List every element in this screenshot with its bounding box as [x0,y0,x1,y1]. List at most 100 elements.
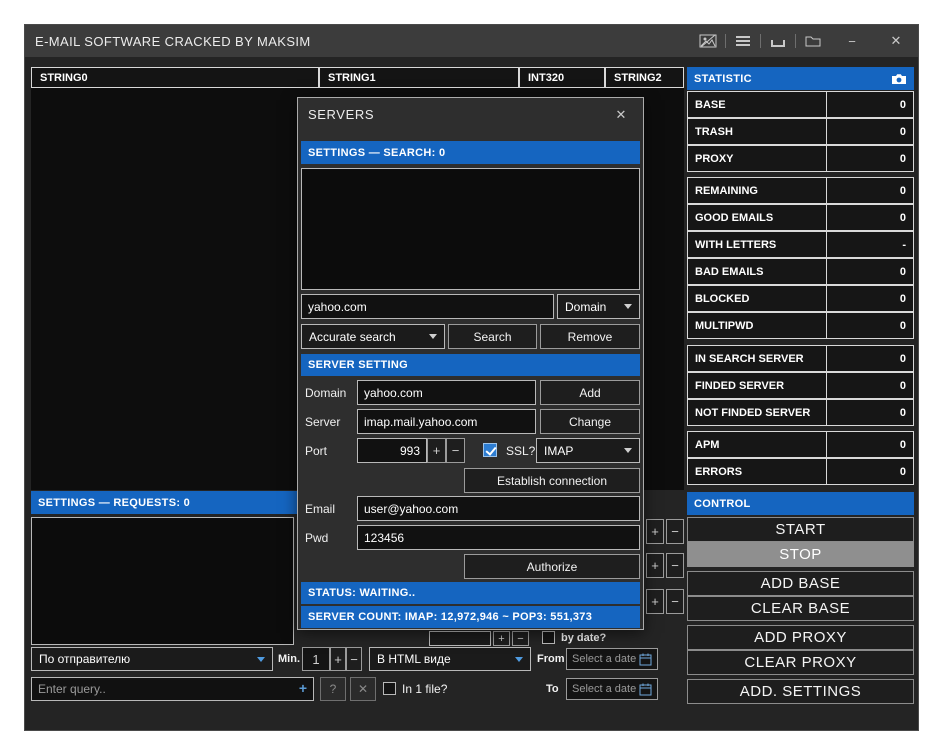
pwd-label: Pwd [301,525,355,550]
authorize-button[interactable]: Authorize [464,554,640,579]
calendar-icon[interactable] [639,683,652,696]
column-header-string1[interactable]: STRING1 [319,67,519,88]
start-button[interactable]: START [687,517,914,542]
servers-dialog: SERVERS ✕ SETTINGS — SEARCH: 0 Domain Ac… [297,97,644,630]
add-button[interactable]: Add [540,380,640,405]
window-title: E-MAIL SOFTWARE CRACKED BY MAKSIM [35,34,311,49]
stat-value: 0 [826,431,914,458]
folder-icon[interactable] [796,25,830,57]
min-value[interactable]: 1 [302,647,330,671]
domain-input[interactable] [357,380,536,405]
port-input[interactable] [357,438,427,463]
in-one-file-checkbox[interactable] [383,682,396,695]
requests-listbox[interactable] [31,517,294,645]
establish-connection-button[interactable]: Establish connection [464,468,640,493]
sender-filter-dropdown[interactable]: По отправителю [31,647,273,671]
port-label: Port [301,438,355,463]
in-one-file-label: In 1 file? [402,677,447,701]
close-button[interactable]: ✕ [874,25,918,57]
column-header-string2[interactable]: STRING2 [605,67,684,88]
stop-button[interactable]: STOP [687,542,914,567]
protocol-dropdown[interactable]: IMAP [536,438,640,463]
from-date-picker[interactable]: Select a date [566,648,658,670]
screen: E-MAIL SOFTWARE CRACKED BY MAKSIM [0,0,943,755]
stat-row: BLOCKED 0 [687,285,914,312]
ssl-checkbox[interactable] [483,443,497,457]
remove-button[interactable]: Remove [540,324,640,349]
hidden-combo-fragment[interactable] [429,631,491,646]
add-base-button[interactable]: ADD BASE [687,571,914,596]
stat-row: NOT FINDED SERVER 0 [687,399,914,426]
change-button[interactable]: Change [540,409,640,434]
clear-query-button[interactable]: ✕ [350,677,376,701]
query-input[interactable] [31,677,314,701]
screenshot-icon[interactable] [691,25,725,57]
dialog-title: SERVERS [308,107,374,122]
titlebar: E-MAIL SOFTWARE CRACKED BY MAKSIM [25,25,918,57]
format-filter-dropdown[interactable]: В HTML виде [369,647,531,671]
add-settings-button[interactable]: ADD. SETTINGS [687,679,914,704]
chevron-down-icon [429,334,437,339]
server-input[interactable] [357,409,536,434]
minimize-button[interactable]: − [830,25,874,57]
search-settings-header-text: SETTINGS — SEARCH: 0 [308,147,445,159]
hidden-stepper-plus[interactable]: + [646,519,664,544]
hidden-stepper-plus[interactable]: + [646,589,664,614]
control-title: CONTROL [694,498,750,510]
stat-value: - [826,231,914,258]
hidden-stepper-minus[interactable]: − [666,553,684,578]
hidden-stepper-minus[interactable]: − [666,589,684,614]
hidden-stepper-minus[interactable]: − [512,631,529,646]
port-plus-button[interactable]: + [427,438,446,463]
min-minus-button[interactable]: − [346,647,362,671]
servers-listbox[interactable] [301,168,640,290]
search-button[interactable]: Search [448,324,537,349]
from-date-placeholder: Select a date [572,653,636,665]
tray-icon[interactable] [761,25,795,57]
column-header-string0[interactable]: STRING0 [31,67,319,88]
port-minus-button[interactable]: − [446,438,465,463]
min-label: Min. [278,647,300,671]
protocol-value: IMAP [544,444,573,458]
search-type-value: Domain [565,300,606,314]
email-input[interactable] [357,496,640,521]
titlebar-icons: − ✕ [691,25,918,57]
hidden-stepper-plus[interactable]: + [646,553,664,578]
add-proxy-button[interactable]: ADD PROXY [687,625,914,650]
stat-row: APM 0 [687,431,914,458]
stat-value: 0 [826,345,914,372]
search-settings-header: SETTINGS — SEARCH: 0 [301,141,640,164]
chevron-down-icon [624,304,632,309]
search-domain-input[interactable] [301,294,554,319]
search-mode-dropdown[interactable]: Accurate search [301,324,445,349]
dialog-close-button[interactable]: ✕ [610,104,632,126]
stat-row: IN SEARCH SERVER 0 [687,345,914,372]
hidden-stepper-minus[interactable]: − [666,519,684,544]
clear-base-button[interactable]: CLEAR BASE [687,596,914,621]
app-window: E-MAIL SOFTWARE CRACKED BY MAKSIM [24,24,919,731]
stat-row: REMAINING 0 [687,177,914,204]
column-header-int320[interactable]: INT320 [519,67,605,88]
format-filter-value: В HTML виде [377,652,451,666]
min-plus-button[interactable]: + [330,647,346,671]
from-label: From [537,647,565,671]
help-button[interactable]: ? [320,677,346,701]
pwd-input[interactable] [357,525,640,550]
status-text: STATUS: WAITING.. [308,587,415,599]
hidden-stepper-plus[interactable]: + [493,631,510,646]
clear-proxy-button[interactable]: CLEAR PROXY [687,650,914,675]
stat-label: WITH LETTERS [687,231,827,258]
query-add-button[interactable]: + [299,680,307,696]
search-type-dropdown[interactable]: Domain [557,294,640,319]
calendar-icon[interactable] [639,653,652,666]
stat-row: BASE 0 [687,91,914,118]
to-date-picker[interactable]: Select a date [566,678,658,700]
stat-label: APM [687,431,827,458]
stat-value: 0 [826,204,914,231]
log-list-icon[interactable] [726,25,760,57]
ssl-label: SSL? [502,438,536,463]
server-label: Server [301,409,355,434]
stat-label: TRASH [687,118,827,145]
by-date-checkbox[interactable] [542,631,555,644]
camera-icon[interactable] [891,73,907,85]
